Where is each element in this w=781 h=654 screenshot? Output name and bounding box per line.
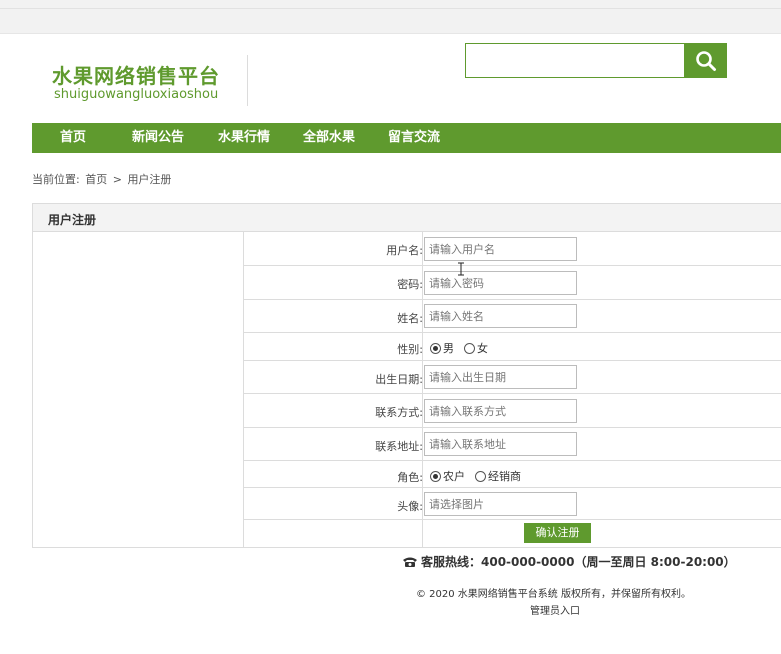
form-row-password: 密码:	[244, 266, 781, 300]
breadcrumb-separator: >	[112, 173, 122, 186]
gender-option-female[interactable]: 女	[464, 340, 488, 356]
logo-subtitle: shuiguowangluoxiaoshou	[54, 87, 219, 102]
nav-item-market[interactable]: 水果行情	[218, 123, 270, 153]
breadcrumb-current: 用户注册	[127, 173, 172, 186]
radio-unchecked-icon[interactable]	[464, 342, 475, 354]
form-row-name: 姓名:	[244, 300, 781, 333]
password-field[interactable]	[424, 271, 577, 295]
password-label: 密码:	[397, 278, 423, 291]
form-row-address: 联系地址:	[244, 428, 781, 461]
hotline: 客服热线：400-000-0000（周一至周日 8:00-20:00）	[402, 553, 736, 570]
form-row-role: 角色: 农户 经销商	[244, 461, 781, 488]
gender-female-label: 女	[477, 342, 488, 355]
logo-title[interactable]: 水果网络销售平台	[52, 60, 220, 89]
role-option-dealer[interactable]: 经销商	[475, 468, 521, 484]
breadcrumb: 当前位置: 首页 > 用户注册	[32, 171, 173, 187]
nav-item-news[interactable]: 新闻公告	[132, 123, 184, 153]
form-row-gender: 性别: 男 女	[244, 333, 781, 361]
form-row-contact: 联系方式:	[244, 394, 781, 428]
contact-label: 联系方式:	[375, 406, 423, 419]
form-row-username: 用户名:	[244, 232, 781, 266]
panel-header: 用户注册	[33, 204, 781, 232]
text-cursor-icon	[458, 262, 464, 276]
breadcrumb-prefix: 当前位置:	[32, 173, 80, 186]
form-row-birthdate: 出生日期:	[244, 361, 781, 394]
nav-item-all-fruits[interactable]: 全部水果	[303, 123, 355, 153]
form-row-avatar: 头像:	[244, 488, 781, 520]
gender-male-label: 男	[443, 342, 454, 355]
contact-field[interactable]	[424, 399, 577, 423]
search-icon	[696, 50, 716, 71]
radio-unchecked-icon[interactable]	[475, 470, 486, 482]
search-button[interactable]	[685, 43, 727, 78]
avatar-field[interactable]	[424, 492, 577, 516]
cell-divider	[422, 520, 423, 548]
address-label: 联系地址:	[375, 440, 423, 453]
role-label: 角色:	[397, 471, 423, 484]
gender-option-male[interactable]: 男	[430, 340, 454, 356]
username-label: 用户名:	[386, 244, 423, 257]
name-field[interactable]	[424, 304, 577, 328]
breadcrumb-home[interactable]: 首页	[85, 173, 107, 186]
browser-top-strip	[0, 0, 781, 34]
gender-label: 性别:	[397, 343, 423, 356]
birthdate-label: 出生日期:	[375, 373, 423, 386]
name-label: 姓名:	[397, 312, 423, 325]
logo-divider	[247, 55, 248, 106]
nav-item-home[interactable]: 首页	[60, 123, 86, 153]
gender-radio-group: 男 女	[430, 340, 498, 356]
search-input[interactable]	[465, 43, 685, 78]
role-option-farmer[interactable]: 农户	[430, 468, 465, 484]
admin-login-link[interactable]: 管理员入口	[530, 602, 580, 617]
birthdate-field[interactable]	[424, 365, 577, 389]
phone-icon	[403, 557, 417, 567]
avatar-label: 头像:	[397, 500, 423, 513]
radio-checked-icon[interactable]	[430, 342, 441, 354]
copyright-text: © 2020 水果网络销售平台系统 版权所有，并保留所有权利。	[416, 589, 691, 600]
username-field[interactable]	[424, 237, 577, 261]
role-farmer-label: 农户	[443, 470, 465, 483]
role-dealer-label: 经销商	[488, 470, 521, 483]
nav-item-messages[interactable]: 留言交流	[388, 123, 440, 153]
register-form: 用户名: 密码: 姓名: 性别: 男 女	[243, 232, 781, 548]
submit-register-button[interactable]: 确认注册	[524, 523, 591, 543]
hotline-text: 客服热线：400-000-0000（周一至周日 8:00-20:00）	[421, 555, 736, 569]
main-nav: 首页 新闻公告 水果行情 全部水果 留言交流	[32, 123, 781, 153]
radio-checked-icon[interactable]	[430, 470, 441, 482]
role-radio-group: 农户 经销商	[430, 468, 531, 484]
panel-title: 用户注册	[48, 213, 97, 227]
address-field[interactable]	[424, 432, 577, 456]
top-divider	[0, 8, 781, 9]
register-panel: 用户注册 用户名: 密码: 姓名: 性别: 男	[32, 203, 781, 548]
